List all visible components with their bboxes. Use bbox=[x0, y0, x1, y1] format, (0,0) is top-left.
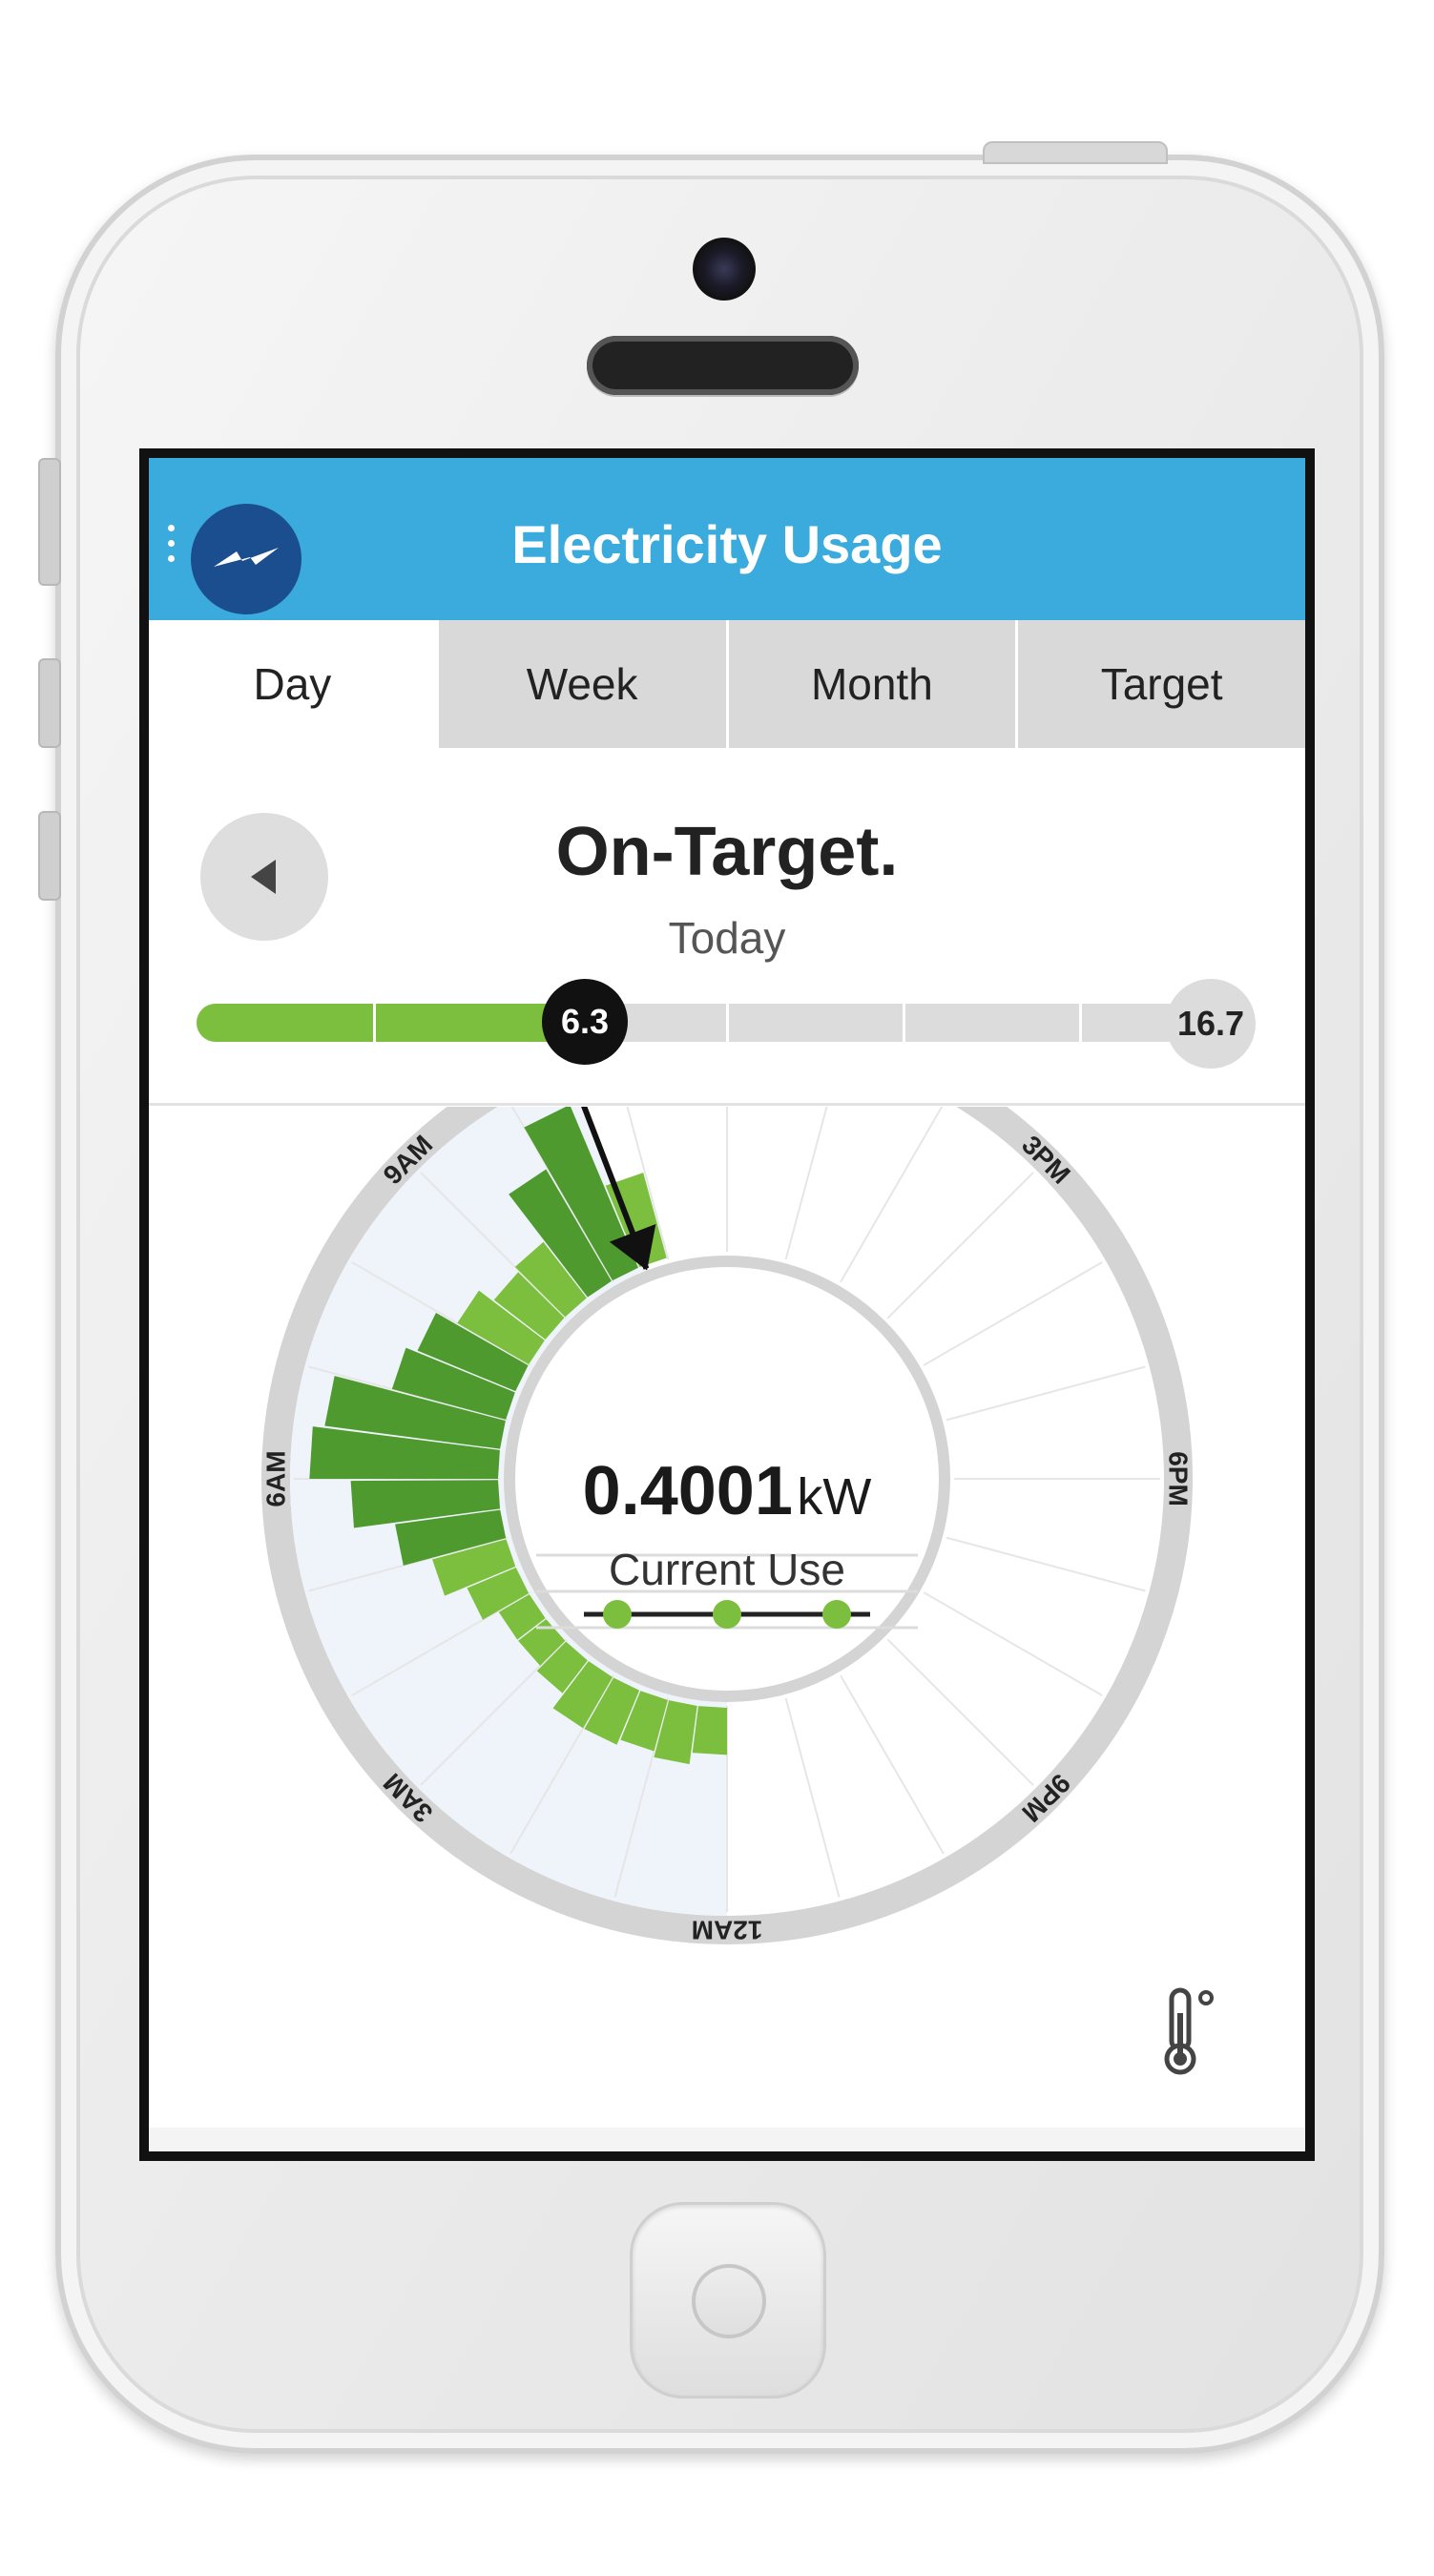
tab-target[interactable]: Target bbox=[1015, 620, 1305, 748]
status-period: Today bbox=[668, 913, 786, 963]
period-tabs: Day Week Month Target bbox=[149, 620, 1305, 748]
tab-week[interactable]: Week bbox=[435, 620, 726, 748]
volume-down-button bbox=[38, 811, 61, 901]
tab-month[interactable]: Month bbox=[725, 620, 1016, 748]
usage-bar bbox=[692, 1706, 727, 1755]
current-use-label: Current Use bbox=[609, 1545, 845, 1594]
hub-chart-point bbox=[822, 1600, 851, 1629]
app-view: Electricity Usage Day Week Month Target … bbox=[149, 458, 1305, 2151]
target-progress-fill bbox=[197, 1004, 585, 1042]
app-title: Electricity Usage bbox=[511, 514, 943, 574]
target-progress-track bbox=[197, 1004, 1227, 1042]
front-camera bbox=[693, 238, 756, 301]
progress-segment bbox=[1079, 1004, 1082, 1042]
power-button bbox=[983, 141, 1168, 164]
hub-chart-point bbox=[713, 1600, 741, 1629]
mute-switch bbox=[38, 458, 61, 586]
progress-max-badge: 16.7 bbox=[1166, 979, 1256, 1069]
progress-segment bbox=[373, 1004, 376, 1042]
section-divider bbox=[149, 1103, 1305, 1106]
app-header: Electricity Usage bbox=[149, 458, 1305, 620]
earpiece-speaker bbox=[587, 336, 859, 395]
status-title: On-Target. bbox=[555, 814, 899, 890]
progress-segment bbox=[903, 1004, 905, 1042]
progress-segment bbox=[726, 1004, 729, 1042]
bottom-strip bbox=[149, 2128, 1305, 2151]
current-use-unit: kW bbox=[797, 1468, 872, 1526]
home-button[interactable] bbox=[630, 2202, 826, 2399]
current-use-number: 0.4001 bbox=[582, 1453, 793, 1529]
home-button-ring bbox=[692, 2264, 766, 2338]
phone-screen: Electricity Usage Day Week Month Target … bbox=[139, 448, 1315, 2161]
thermometer-icon[interactable] bbox=[1158, 1984, 1225, 2085]
progress-value-marker[interactable]: 6.3 bbox=[542, 979, 628, 1065]
current-use-value: 0.4001 kW bbox=[149, 1452, 1305, 1530]
tab-day[interactable]: Day bbox=[149, 620, 436, 748]
volume-up-button bbox=[38, 658, 61, 748]
usage-dial-chart: 12PM3PM6PM9PM12AM3AM6AM9AM bbox=[261, 1107, 1194, 1945]
usage-dial: 12PM3PM6PM9PM12AM3AM6AM9AM bbox=[149, 1107, 1305, 2137]
hub-chart-point bbox=[603, 1600, 632, 1629]
dial-hour-label: 12AM bbox=[692, 1916, 763, 1945]
